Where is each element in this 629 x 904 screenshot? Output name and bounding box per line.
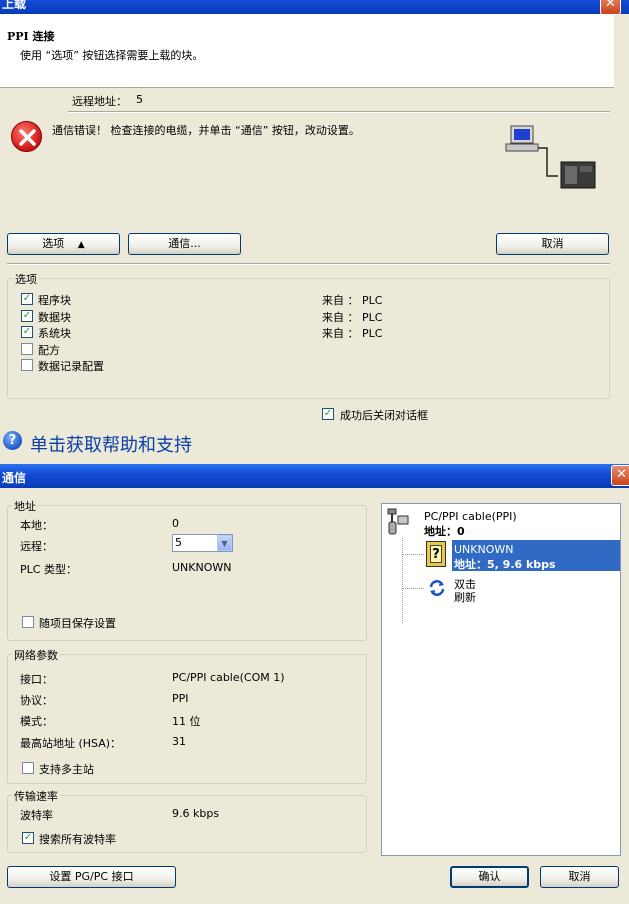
baud-group-title: 传输速率 (12, 788, 60, 804)
tree-line (402, 538, 403, 623)
close-on-success-label: 成功后关闭对话框 (340, 409, 428, 422)
upload-dialog-titlebar: 上载 (0, 0, 629, 14)
option-checkbox[interactable]: ✓ (21, 309, 33, 322)
help-icon[interactable]: ? (3, 431, 22, 450)
save-with-project-label: 随项目保存设置 (39, 617, 116, 630)
upload-close-button[interactable]: ✕ (600, 0, 621, 15)
tree-line (402, 554, 424, 555)
multi-master-label: 支持多主站 (39, 763, 94, 776)
comm-dialog-title: 通信 (2, 471, 27, 485)
comm-dialog-titlebar: 通信 (0, 464, 629, 488)
remote-address-label: 远程地址： (72, 95, 127, 108)
setup-pgpc-button[interactable]: 设置 PG/PC 接口 (7, 866, 176, 888)
option-label: 数据块 (38, 310, 71, 324)
upload-header-title: PPI 连接 (7, 30, 55, 43)
option-source: 来自 ： PLC (322, 310, 383, 324)
option-checkbox[interactable]: ✓ (21, 293, 33, 305)
protocol-value: PPI (172, 692, 189, 705)
plc-type-value: UNKNOWN (172, 561, 232, 574)
search-all-baud-label: 搜索所有波特率 (39, 833, 116, 846)
tree-device-address: 地址：5, 9.6 kbps (454, 558, 556, 571)
comm-cancel-button[interactable]: 取消 (540, 866, 619, 888)
hsa-value: 31 (172, 735, 186, 748)
header-separator (68, 111, 610, 113)
close-on-success-checkbox[interactable]: ✓ (322, 408, 334, 420)
remote-address-value: 5 (136, 93, 143, 106)
chevron-up-icon: ▲ (77, 240, 85, 250)
network-tree-panel[interactable]: PC/PPI cable(PPI) 地址：0 ? UNKNOWN 地址：5, 9… (381, 503, 621, 856)
interface-value: PC/PPI cable(COM 1) (172, 671, 285, 684)
upload-header-desc: 使用 “选项” 按钮选择需要上载的块。 (20, 49, 204, 62)
remote-address-select[interactable]: 5 ▼ (172, 534, 233, 552)
tree-cable-address: 地址：0 (424, 525, 465, 538)
error-message: 通信错误！ 检查连接的电缆，并单击 “通信” 按钮，改动设置。 (52, 124, 360, 137)
local-value: 0 (172, 517, 179, 530)
option-label: 数据记录配置 (38, 360, 104, 373)
option-checkbox[interactable] (21, 359, 33, 371)
tree-device-name: UNKNOWN (454, 543, 514, 556)
option-checkbox[interactable]: ✓ (21, 326, 33, 338)
plc-type-label: PLC 类型： (20, 563, 77, 576)
baud-value: 9.6 kbps (172, 807, 220, 820)
chevron-down-icon[interactable]: ▼ (217, 535, 232, 551)
address-group-title: 地址 (12, 498, 38, 514)
options-button-label: 选项 (42, 237, 65, 250)
option-label: 配方 (38, 343, 60, 357)
options-button[interactable]: 选项 ▲ (7, 233, 120, 255)
save-with-project-checkbox[interactable] (22, 616, 34, 628)
local-label: 本地： (20, 519, 53, 532)
search-all-baud-checkbox[interactable]: ✓ (22, 832, 34, 844)
option-label: 系统块 (38, 327, 71, 340)
remote-select-value: 5 (175, 536, 182, 549)
options-group (7, 278, 610, 399)
upload-dialog-title: 上载 (2, 0, 27, 11)
error-icon (11, 121, 42, 152)
tree-item-unknown-device[interactable]: UNKNOWN 地址：5, 9.6 kbps (452, 540, 620, 571)
remote-label: 远程： (20, 540, 53, 553)
upload-header: PPI 连接 使用 “选项” 按钮选择需要上载的块。 (0, 14, 614, 88)
multi-master-checkbox[interactable] (22, 762, 34, 774)
mode-value: 11 位 (172, 715, 201, 728)
tree-cable-name: PC/PPI cable(PPI) (424, 510, 517, 523)
upload-cancel-button[interactable]: 取消 (496, 233, 609, 255)
options-group-title: 选项 (13, 271, 39, 287)
option-label: 程序块 (38, 294, 71, 307)
tree-line (402, 588, 424, 589)
option-source: 来自 ： PLC (322, 327, 383, 340)
network-group-title: 网络参数 (12, 647, 60, 663)
interface-label: 接口： (20, 673, 53, 686)
options-separator (7, 263, 610, 265)
comm-close-button[interactable]: ✕ (611, 465, 629, 486)
option-checkbox[interactable] (21, 342, 33, 355)
help-link[interactable]: 单击获取帮助和支持 (30, 431, 192, 457)
unknown-device-icon: ? (426, 541, 446, 567)
option-source: 来自 ： PLC (322, 294, 383, 307)
hsa-label: 最高站地址 (HSA)： (20, 737, 122, 750)
refresh-icon[interactable] (427, 578, 447, 598)
baud-label: 波特率 (20, 809, 53, 822)
pc-ppi-cable-icon (387, 508, 409, 538)
comm-button[interactable]: 通信... (128, 233, 241, 255)
mode-label: 模式： (20, 715, 53, 728)
comm-ok-button[interactable]: 确认 (450, 866, 529, 888)
protocol-label: 协议： (20, 694, 53, 707)
pc-plc-connection-icon (503, 124, 599, 190)
tree-refresh-line2[interactable]: 刷新 (454, 589, 476, 605)
